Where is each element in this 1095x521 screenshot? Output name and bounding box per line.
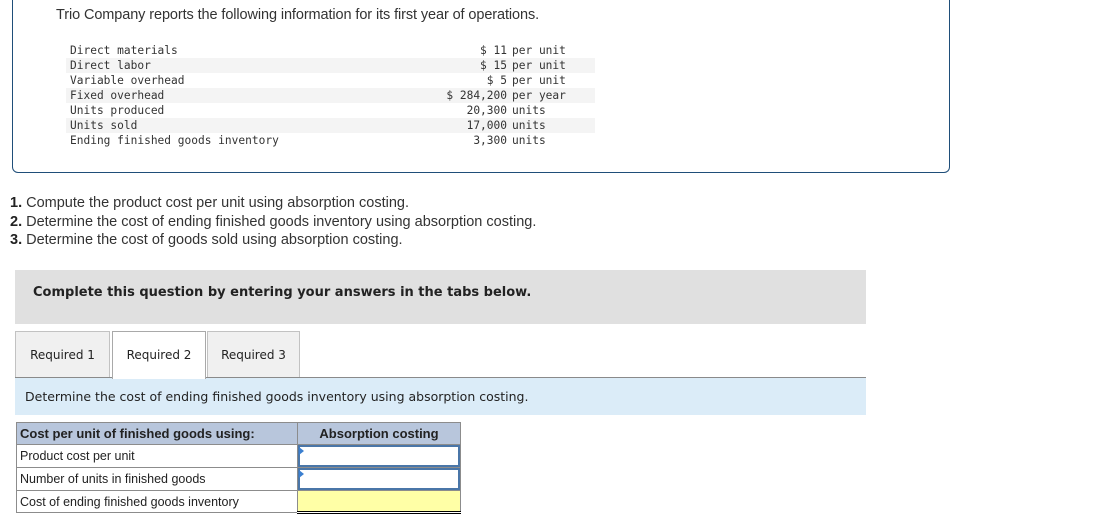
tab-required-1[interactable]: Required 1	[15, 331, 110, 378]
ending-inventory-cost-input[interactable]	[298, 491, 460, 511]
data-label: Fixed overhead	[66, 88, 370, 103]
data-unit: per unit	[512, 44, 566, 57]
data-label: Ending finished goods inventory	[70, 134, 279, 147]
answer-table: Cost per unit of finished goods using: A…	[16, 422, 461, 514]
data-row: Direct labor $ 15 per unit	[66, 58, 595, 73]
input-marker-icon	[299, 447, 304, 455]
data-value: $ 284,200	[370, 88, 507, 103]
answer-table-header: Cost per unit of finished goods using: A…	[16, 422, 461, 445]
answer-cell	[297, 444, 461, 468]
data-label: Units sold	[66, 118, 370, 133]
answer-row-label: Number of units in finished goods	[16, 467, 298, 491]
problem-data-table: Direct materials $ 11 per unit Direct la…	[66, 43, 595, 148]
data-value: $ 5	[486, 74, 507, 87]
answer-header-absorption: Absorption costing	[297, 422, 461, 445]
answer-cell	[297, 467, 461, 491]
data-row: Ending finished goods inventory 3,300 un…	[66, 133, 595, 148]
product-cost-per-unit-input[interactable]	[298, 445, 460, 467]
question-number: 1.	[10, 195, 23, 211]
answer-row-label: Product cost per unit	[16, 444, 298, 468]
question-text: Determine the cost of goods sold using a…	[22, 232, 403, 248]
data-unit: units	[512, 104, 546, 117]
data-label: Variable overhead	[70, 74, 185, 87]
data-label: Direct materials	[70, 44, 178, 57]
question-item: 3. Determine the cost of goods sold usin…	[10, 231, 536, 250]
data-row: Variable overhead $ 5 per unit	[66, 73, 595, 88]
question-item: 1. Compute the product cost per unit usi…	[10, 194, 536, 213]
data-unit: per unit	[507, 58, 595, 73]
data-value: 3,300	[473, 134, 507, 147]
data-unit: per year	[507, 88, 595, 103]
data-row: Direct materials $ 11 per unit	[66, 43, 595, 58]
data-value: 20,300	[466, 104, 507, 117]
data-value: $ 11	[480, 44, 507, 57]
problem-intro: Trio Company reports the following infor…	[56, 7, 540, 23]
units-in-finished-goods-input[interactable]	[298, 468, 460, 490]
data-row: Fixed overhead $ 284,200 per year	[66, 88, 595, 103]
tab-required-3[interactable]: Required 3	[207, 331, 300, 378]
answer-row-label: Cost of ending finished goods inventory	[16, 490, 298, 513]
instructions-banner: Complete this question by entering your …	[15, 270, 866, 324]
answer-cell-total	[297, 490, 461, 514]
input-marker-icon	[299, 470, 304, 478]
data-row: Units produced 20,300 units	[66, 103, 595, 118]
data-label: Units produced	[70, 104, 165, 117]
data-row: Units sold 17,000 units	[66, 118, 595, 133]
question-text: Determine the cost of ending finished go…	[22, 213, 537, 230]
data-label: Direct labor	[66, 58, 370, 73]
answer-row: Cost of ending finished goods inventory	[16, 490, 461, 514]
question-text: Compute the product cost per unit using …	[22, 195, 409, 211]
data-unit: per unit	[512, 74, 566, 87]
question-list: 1. Compute the product cost per unit usi…	[10, 194, 536, 250]
data-value: $ 15	[370, 58, 507, 73]
question-number: 3.	[10, 232, 23, 248]
question-number: 2.	[10, 213, 23, 230]
data-value: 17,000	[370, 118, 507, 133]
question-item: 2. Determine the cost of ending finished…	[10, 213, 536, 232]
data-unit: units	[512, 134, 546, 147]
answer-row: Number of units in finished goods	[16, 467, 461, 491]
answer-header-label: Cost per unit of finished goods using:	[16, 422, 298, 445]
answer-row: Product cost per unit	[16, 444, 461, 468]
tab-required-2[interactable]: Required 2	[112, 331, 206, 379]
data-unit: units	[507, 118, 595, 133]
tab-instruction: Determine the cost of ending finished go…	[15, 378, 866, 415]
